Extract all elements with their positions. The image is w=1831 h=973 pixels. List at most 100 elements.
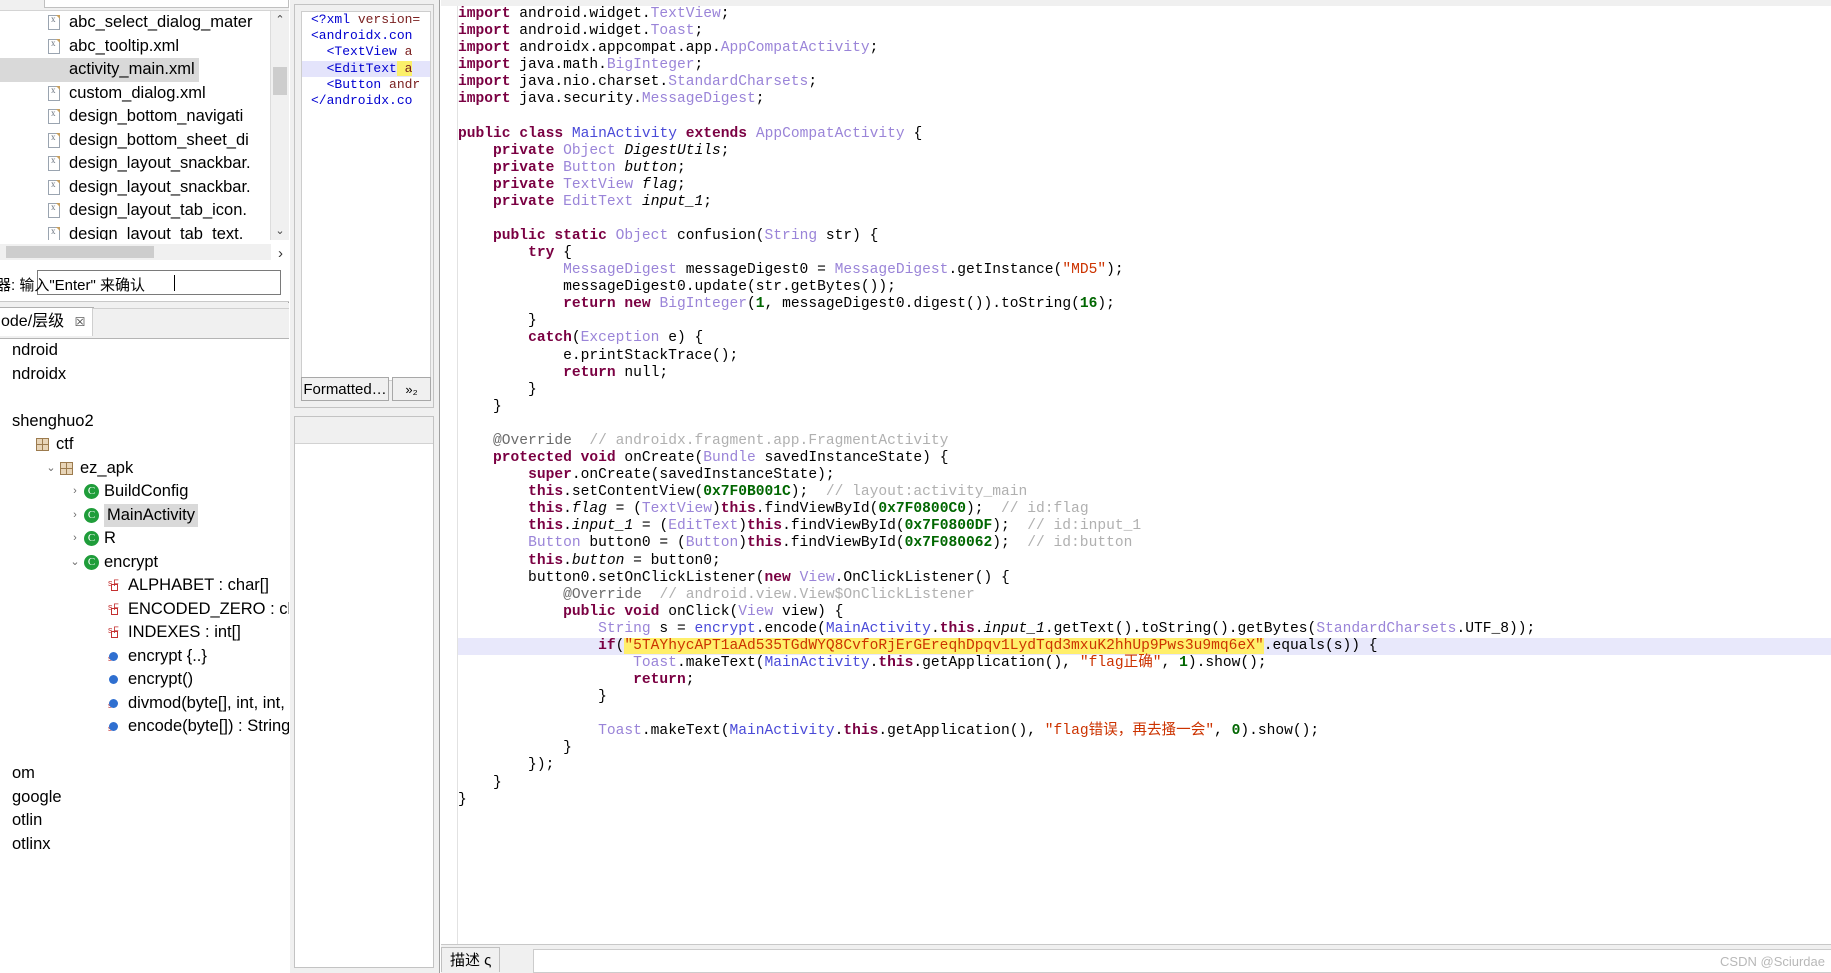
format-button[interactable]: Formatted… (301, 377, 389, 401)
code-line: private EditText input_1; (493, 193, 713, 210)
code-line: import java.math.BigInteger; (458, 57, 704, 74)
resource-file-list-panel: abc_select_dialog_mater abc_tooltip.xmlac… (0, 0, 289, 302)
code-line: this.input_1 = (EditText)this.findViewBy… (528, 518, 1142, 535)
resource-list-toolbar (0, 0, 289, 11)
class-icon: C (84, 554, 99, 570)
class-icon: C (84, 484, 99, 499)
package-icon (36, 438, 49, 451)
chevron-right-icon[interactable]: › (68, 480, 82, 504)
resource-list-item-label: design_layout_snackbar. (69, 177, 251, 196)
chevron-right-icon[interactable]: › (68, 504, 82, 528)
tree-item-r[interactable]: › C R (0, 527, 289, 551)
tree-item-encrypt[interactable]: s encrypt {..} (0, 645, 289, 669)
tree-item-label: MainActivity (104, 503, 199, 527)
tree-item-buildconfig[interactable]: › C BuildConfig (0, 480, 289, 504)
xml-preview-panel: <?xml version= <androidx.con <TextView a … (294, 4, 434, 408)
resource-list-vertical-scrollbar[interactable]: ⌃ ⌄ (270, 11, 289, 240)
resource-list-item[interactable]: design_bottom_sheet_di (0, 129, 289, 153)
tree-item-encrypt[interactable]: ⌄ Cencrypt (0, 551, 289, 575)
resource-list-item[interactable]: abc_select_dialog_mater (0, 11, 289, 35)
resource-file-list[interactable]: abc_select_dialog_mater abc_tooltip.xmlac… (0, 11, 289, 240)
close-icon[interactable]: ☒ (75, 309, 86, 336)
tree-item-label: shenghuo2 (12, 411, 94, 430)
tree-item-label: otlin (12, 811, 43, 829)
more-options-button[interactable]: »₂ (392, 377, 431, 401)
xml-code-line: <TextView a (326, 44, 413, 60)
tree-item-google[interactable]: google (0, 786, 289, 810)
search-input[interactable]: 器: 输入"Enter" 来确认 (0, 270, 281, 295)
tab-description[interactable]: 描述 ς (441, 947, 501, 972)
chevron-down-icon[interactable]: ⌄ (68, 551, 82, 575)
tree-item-label: encrypt {..} (128, 646, 207, 665)
code-line: messageDigest0.update(str.getBytes()); (458, 279, 896, 296)
resource-list-item-label: design_bottom_navigati (69, 107, 244, 125)
resource-list-item-label: design_layout_tab_text. (69, 224, 244, 241)
code-line-highlighted: if("5TAYhycAPT1aAd535TGdWYQ8CvfoRjErGEre… (458, 637, 1831, 655)
tree-item-encode-byte-string[interactable]: s encode(byte[]) : String (0, 715, 289, 739)
tree-item-ndroid[interactable]: ndroid (0, 339, 289, 363)
horizontal-scroll-thumb[interactable] (6, 246, 154, 258)
resource-list-item-label: design_bottom_sheet_di (69, 130, 249, 149)
resource-list-item[interactable]: design_layout_tab_text. (0, 223, 289, 241)
tree-item-divmod-byte-int-int-int[interactable]: s divmod(byte[], int, int, int) (0, 692, 289, 716)
tree-item-ndroidx[interactable]: ndroidx (0, 363, 289, 387)
code-line: private Button button; (493, 159, 686, 176)
resource-list-item[interactable]: design_layout_snackbar. (0, 176, 289, 200)
tree-item-otlin[interactable]: otlin (0, 809, 289, 833)
jadx-decompiler-window: abc_select_dialog_mater abc_tooltip.xmlac… (0, 0, 1831, 973)
tree-item-shenghuo2[interactable]: shenghuo2 (0, 410, 289, 434)
tree-item-label: INDEXES : int[] (128, 623, 241, 641)
resource-list-item[interactable]: design_bottom_navigati (0, 105, 289, 129)
resource-list-horizontal-scrollbar[interactable] (0, 244, 271, 260)
chevron-right-icon[interactable]: › (68, 527, 82, 551)
xml-code-line: <androidx.con (311, 28, 413, 44)
code-line: String s = encrypt.encode(MainActivity.t… (598, 620, 1536, 637)
vertical-scroll-thumb[interactable] (273, 67, 287, 95)
scroll-right-icon[interactable]: › (278, 245, 283, 262)
code-line: @Override // android.view.View$OnClickLi… (563, 586, 975, 603)
code-tree[interactable]: ndroid ndroidx shenghuo2 ctf ⌄ ez_apk › C BuildC… (0, 339, 289, 973)
static-method-icon: s (108, 650, 121, 663)
tree-item-ez_apk[interactable]: ⌄ ez_apk (0, 457, 289, 481)
tree-item-alphabet-char[interactable]: s F ALPHABET : char[] (0, 574, 289, 598)
code-line: this.setContentView(0x7F0B001C); // layo… (528, 484, 1028, 501)
tree-item-mainactivity[interactable]: › C MainActivity (0, 503, 289, 528)
tab-code-hierarchy[interactable]: ode/层级 ☒ (0, 307, 95, 336)
tree-item[interactable] (0, 386, 289, 410)
xml-code-view[interactable]: <?xml version= <androidx.con <TextView a … (301, 11, 431, 381)
tree-item-label: encrypt (104, 552, 159, 571)
tree-item-indexes-int[interactable]: s F INDEXES : int[] (0, 621, 289, 645)
code-line: } (458, 740, 572, 757)
code-line: import androidx.appcompat.app.AppCompatA… (458, 40, 879, 57)
tabbar-empty-area (92, 308, 289, 336)
scroll-down-icon[interactable]: ⌄ (271, 222, 289, 240)
tree-item-om[interactable]: om (0, 762, 289, 786)
tree-item-label: R (104, 529, 116, 547)
java-source-code[interactable]: import android.widget.TextView; import an… (458, 6, 1831, 945)
code-line: button0.setOnClickListener(new View.OnCl… (458, 569, 1010, 586)
scroll-up-icon[interactable]: ⌃ (271, 11, 289, 29)
resource-list-item[interactable]: custom_dialog.xml (0, 82, 289, 106)
xml-preview-column: <?xml version= <androidx.con <TextView a … (290, 0, 440, 973)
code-line: } (458, 381, 537, 398)
resource-list-item[interactable]: design_layout_snackbar. (0, 152, 289, 176)
tree-item-encrypt[interactable]: encrypt() (0, 668, 289, 692)
resource-list-item[interactable]: activity_main.xml (0, 58, 289, 82)
static-method-icon: s (108, 697, 121, 710)
chevron-down-icon[interactable]: ⌄ (44, 457, 58, 481)
resource-list-item-label: abc_tooltip.xml (69, 36, 180, 55)
tree-item-ctf[interactable]: ctf (0, 433, 289, 457)
tree-item-otlinx[interactable]: otlinx (0, 833, 289, 857)
code-line: } (458, 313, 537, 330)
code-line: import android.widget.TextView; (458, 6, 730, 22)
code-line: super.onCreate(savedInstanceState); (528, 467, 835, 484)
resource-list-item[interactable]: abc_tooltip.xml (0, 35, 289, 59)
code-line: Toast.makeText(MainActivity.this.getAppl… (598, 723, 1320, 740)
resource-list-item[interactable]: design_layout_tab_icon. (0, 199, 289, 223)
tree-item-encoded_zero-char[interactable]: s F ENCODED_ZERO : char (0, 598, 289, 622)
code-line: }); (458, 757, 555, 774)
resource-list-item-label: abc_select_dialog_mater (69, 13, 253, 31)
tree-item[interactable] (0, 739, 289, 763)
tree-item-label: ALPHABET : char[] (128, 576, 269, 594)
